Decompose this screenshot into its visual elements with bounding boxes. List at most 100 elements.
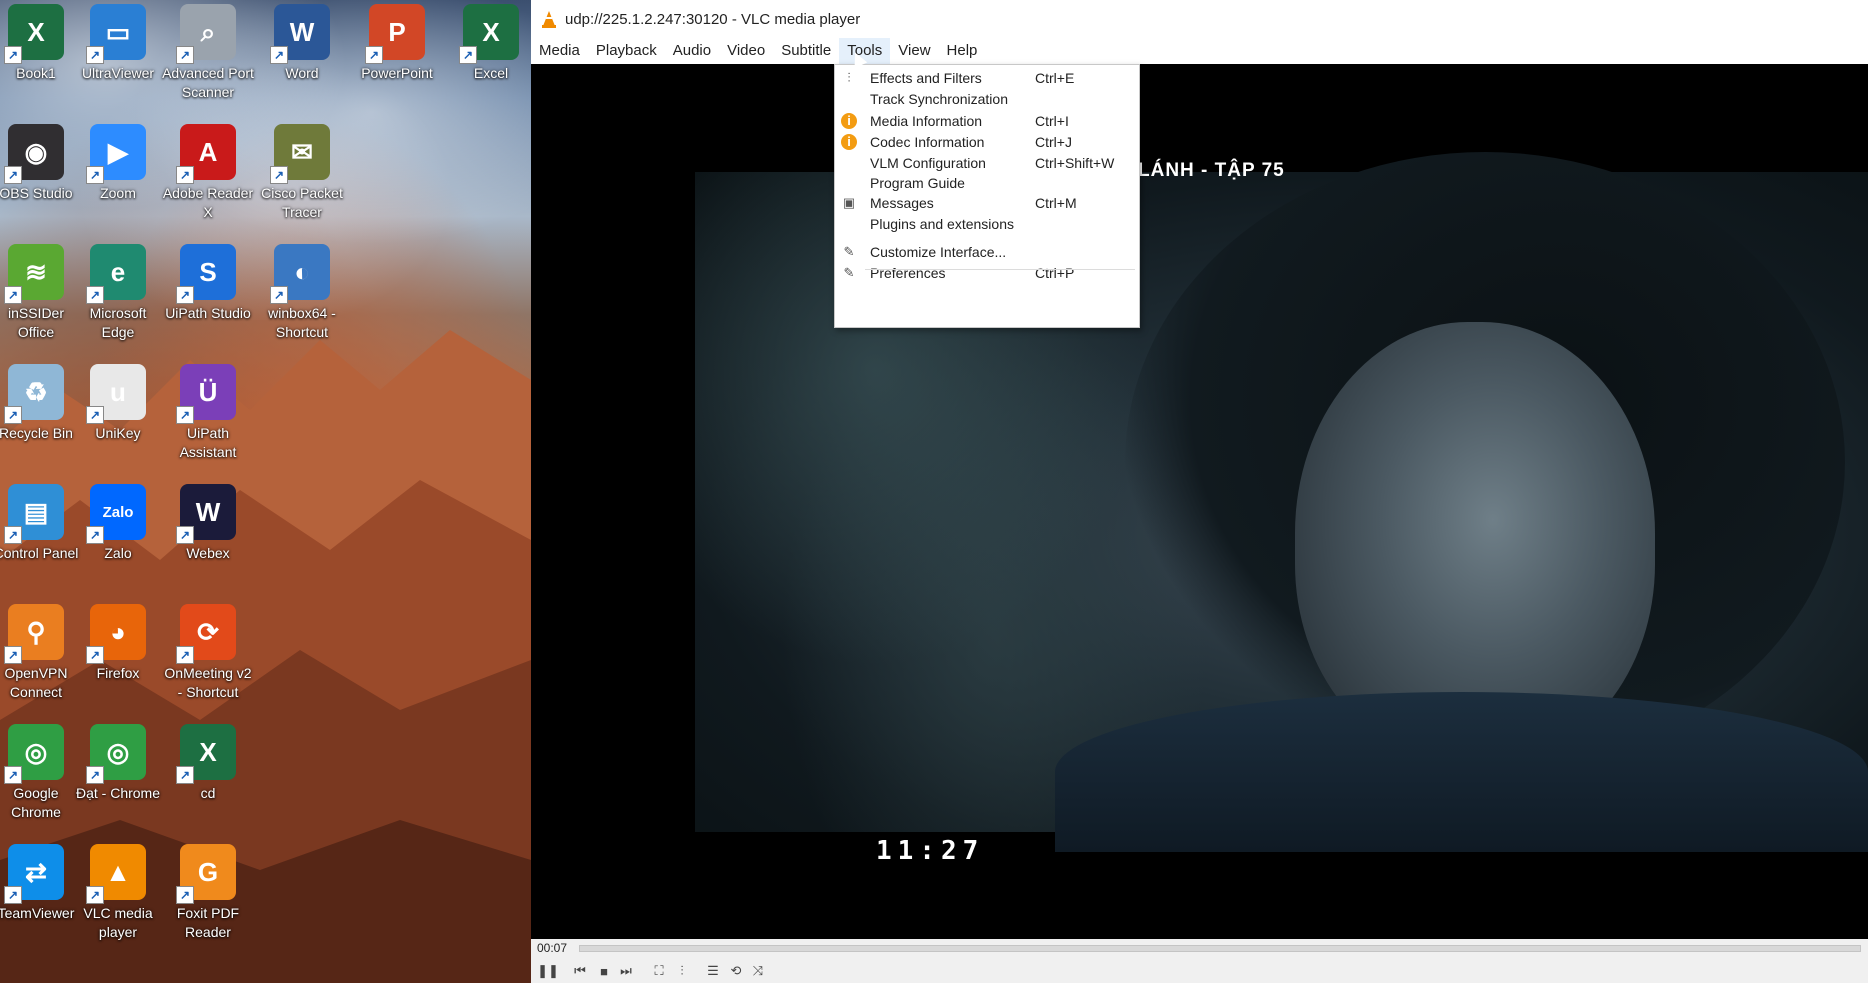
desktop-icon[interactable]: ▶ ↗ Zoom xyxy=(72,120,164,203)
seek-bar[interactable] xyxy=(579,945,1861,952)
menu-separator xyxy=(865,269,1135,270)
desktop-icon[interactable]: ◕ ↗ Firefox xyxy=(72,600,164,683)
shuffle-icon[interactable]: ⤨ xyxy=(747,961,769,981)
desktop-icon[interactable]: P ↗ PowerPoint xyxy=(351,0,443,83)
desktop-icon[interactable]: u ↗ UniKey xyxy=(72,360,164,443)
shortcut-arrow-icon: ↗ xyxy=(4,46,22,64)
desktop-icon-label: Foxit PDF Reader xyxy=(176,905,240,940)
playlist-icon[interactable]: ☰ xyxy=(702,961,724,981)
desktop-icon[interactable]: ▲ ↗ VLC media player xyxy=(72,840,164,942)
menu-subtitle[interactable]: Subtitle xyxy=(773,38,839,64)
menu-item-plugins-and-extensions[interactable]: Plugins and extensions xyxy=(835,213,1139,237)
desktop-icon[interactable]: ⇄ ↗ TeamViewer xyxy=(0,840,82,923)
desktop-icon[interactable]: S ↗ UiPath Studio xyxy=(162,240,254,323)
shortcut-arrow-icon: ↗ xyxy=(365,46,383,64)
desktop-icon-label: Zoom xyxy=(100,185,136,201)
desktop-icon[interactable]: ◉ ↗ OBS Studio xyxy=(0,120,82,203)
desktop-icon[interactable]: ⟳ ↗ OnMeeting v2 - Shortcut xyxy=(162,600,254,702)
obs-icon: ◉ ↗ xyxy=(4,124,64,184)
desktop-icon[interactable]: Zalo ↗ Zalo xyxy=(72,480,164,563)
desktop-icon[interactable]: ◎ ↗ Đạt - Chrome xyxy=(72,720,164,803)
menu-item-track-synchronization[interactable]: Track Synchronization xyxy=(835,88,1139,112)
shortcut-arrow-icon: ↗ xyxy=(4,526,22,544)
menu-item-shortcut: Ctrl+J xyxy=(1035,134,1072,150)
fullscreen-icon[interactable]: ⛶ xyxy=(648,961,670,981)
desktop-icon-label: UiPath Assistant xyxy=(179,425,237,460)
desktop-icon[interactable]: X ↗ cd xyxy=(162,720,254,803)
desktop-icon[interactable]: X ↗ Excel xyxy=(445,0,531,83)
uipath-studio-icon: S ↗ xyxy=(176,244,236,304)
desktop-icon[interactable]: ⚲ ↗ OpenVPN Connect xyxy=(0,600,82,702)
shortcut-arrow-icon: ↗ xyxy=(176,526,194,544)
info-icon: i xyxy=(841,113,857,129)
stop-icon[interactable]: ■ xyxy=(593,961,615,981)
previous-icon[interactable]: ⏮ xyxy=(569,961,591,981)
inssider-icon: ≋ ↗ xyxy=(4,244,64,304)
shortcut-arrow-icon: ↗ xyxy=(270,166,288,184)
shortcut-arrow-icon: ↗ xyxy=(86,166,104,184)
desktop-icon-label: Google Chrome xyxy=(11,785,61,820)
loop-icon[interactable]: ⟲ xyxy=(725,961,747,981)
menu-item-label: Preferences xyxy=(870,265,946,281)
desktop-icon-label: UniKey xyxy=(95,425,141,441)
desktop-icon-label: Firefox xyxy=(96,665,140,681)
desktop-icon[interactable]: W ↗ Webex xyxy=(162,480,254,563)
wrench-icon: ✎ xyxy=(843,244,855,259)
desktop-icon[interactable]: ⌕ ↗ Advanced Port Scanner xyxy=(162,0,254,102)
recycle-bin-icon: ♻ ↗ xyxy=(4,364,64,424)
menu-view[interactable]: View xyxy=(890,38,938,64)
desktop-icon[interactable]: X ↗ Book1 xyxy=(0,0,82,83)
desktop-icon[interactable]: W ↗ Word xyxy=(256,0,348,83)
edge-icon: e ↗ xyxy=(86,244,146,304)
winbox-icon: ◐ ↗ xyxy=(270,244,330,304)
menu-media[interactable]: Media xyxy=(531,38,588,64)
menu-item-preferences[interactable]: ✎ Preferences Ctrl+P xyxy=(835,262,1139,286)
vlc-window: udp://225.1.2.247:30120 - VLC media play… xyxy=(531,0,1868,983)
desktop-icon[interactable]: ✉ ↗ Cisco Packet Tracer xyxy=(256,120,348,222)
menu-item-shortcut: Ctrl+I xyxy=(1035,113,1069,129)
desktop-icon-label: PowerPoint xyxy=(361,65,433,81)
title-bar: udp://225.1.2.247:30120 - VLC media play… xyxy=(531,0,1868,38)
desktop-icon[interactable]: ≋ ↗ inSSIDer Office xyxy=(0,240,82,342)
desktop-icon-label: Word xyxy=(285,65,319,81)
excel-file-icon: X ↗ xyxy=(176,724,236,784)
shortcut-arrow-icon: ↗ xyxy=(176,766,194,784)
menu-help[interactable]: Help xyxy=(939,38,986,64)
desktop-icon-label: Book1 xyxy=(16,65,56,81)
shortcut-arrow-icon: ↗ xyxy=(176,166,194,184)
desktop-icon-label: Cisco Packet Tracer xyxy=(261,185,343,220)
teamviewer-icon: ⇄ ↗ xyxy=(4,844,64,904)
desktop-icon[interactable]: ♻ ↗ Recycle Bin xyxy=(0,360,82,443)
uipath-assistant-icon: Ü ↗ xyxy=(176,364,236,424)
menu-playback[interactable]: Playback xyxy=(588,38,665,64)
desktop-icon[interactable]: A ↗ Adobe Reader X xyxy=(162,120,254,222)
next-icon[interactable]: ⏭ xyxy=(615,961,637,981)
menu-item-label: Media Information xyxy=(870,113,983,129)
shortcut-arrow-icon: ↗ xyxy=(4,406,22,424)
firefox-icon: ◕ ↗ xyxy=(86,604,146,664)
menu-video[interactable]: Video xyxy=(719,38,773,64)
desktop-icon[interactable]: ◎ ↗ Google Chrome xyxy=(0,720,82,822)
chrome-icon: ◎ ↗ xyxy=(4,724,64,784)
pause-icon[interactable]: ❚❚ xyxy=(537,961,559,981)
adobe-reader-icon: A ↗ xyxy=(176,124,236,184)
vlc-icon: ▲ ↗ xyxy=(86,844,146,904)
desktop-icon-label: Microsoft Edge xyxy=(89,305,147,340)
openvpn-icon: ⚲ ↗ xyxy=(4,604,64,664)
shortcut-arrow-icon: ↗ xyxy=(86,46,104,64)
menu-audio[interactable]: Audio xyxy=(665,38,719,64)
desktop-icon[interactable]: ▤ ↗ Control Panel xyxy=(0,480,82,563)
desktop-icon[interactable]: G ↗ Foxit PDF Reader xyxy=(162,840,254,942)
desktop-icon[interactable]: ▭ ↗ UltraViewer xyxy=(72,0,164,83)
shortcut-arrow-icon: ↗ xyxy=(86,646,104,664)
desktop-icon[interactable]: ◐ ↗ winbox64 - Shortcut xyxy=(256,240,348,342)
extended-settings-icon[interactable]: ⫶ xyxy=(671,961,693,981)
excel-icon: X ↗ xyxy=(459,4,519,64)
desktop-icon[interactable]: e ↗ Microsoft Edge xyxy=(72,240,164,342)
menu-item-label: Program Guide xyxy=(870,175,965,191)
shortcut-arrow-icon: ↗ xyxy=(176,646,194,664)
desktop-icon[interactable]: Ü ↗ UiPath Assistant xyxy=(162,360,254,462)
shortcut-arrow-icon: ↗ xyxy=(86,526,104,544)
video-area[interactable]: LÁNH - TẬP 75 11:27 xyxy=(531,64,1868,939)
menu-item-label: Plugins and extensions xyxy=(870,216,1014,232)
